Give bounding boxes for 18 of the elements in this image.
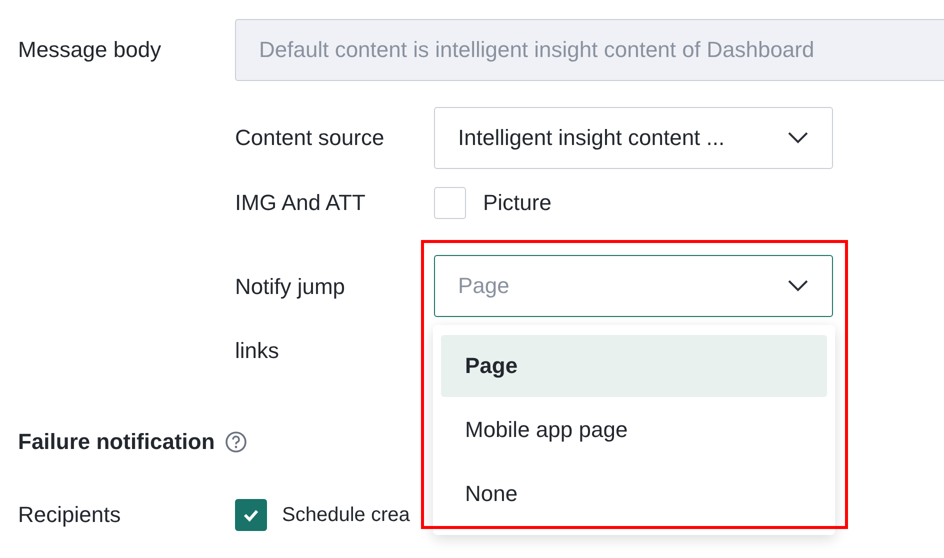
section-title: Failure notification [18, 429, 215, 455]
field-label: IMG And ATT [235, 190, 366, 216]
checkbox-label: Picture [483, 190, 552, 216]
dropdown-option[interactable]: None [441, 463, 827, 525]
checkbox-label: Schedule crea [282, 504, 410, 526]
dropdown-option[interactable]: Mobile app page [441, 399, 827, 461]
field-label: Recipients [18, 502, 122, 528]
checkbox[interactable] [235, 499, 267, 531]
chevron-down-icon [788, 132, 808, 144]
chevron-down-icon [788, 280, 808, 292]
message-body-field[interactable]: Default content is intelligent insight content of Dashboard [235, 19, 944, 81]
dropdown-option[interactable]: Page [441, 335, 827, 397]
field-label: Message body [18, 37, 162, 63]
help-icon[interactable] [224, 431, 247, 453]
field-label: Notify jump [235, 274, 346, 299]
content-source-select[interactable]: Intelligent insight content ... [434, 107, 833, 169]
field-label: Content source [235, 125, 386, 151]
field-label: links [235, 338, 280, 363]
